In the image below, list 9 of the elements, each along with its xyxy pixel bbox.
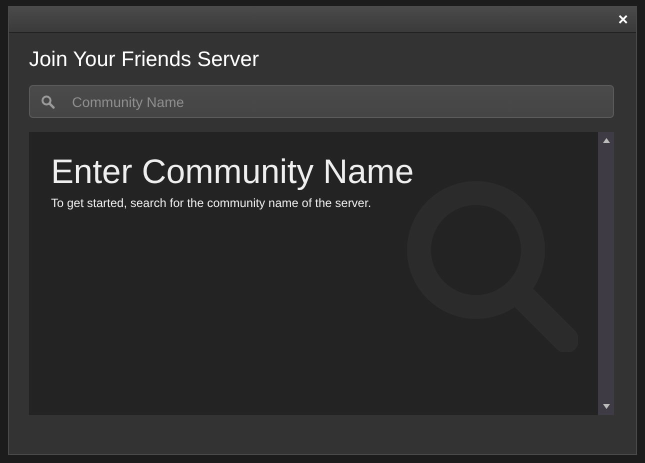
search-field[interactable]: Community Name [29, 85, 614, 118]
dialog-title: Join Your Friends Server [29, 47, 260, 73]
scroll-up-icon[interactable] [602, 138, 610, 143]
scrollbar[interactable] [598, 132, 614, 415]
scroll-down-icon[interactable] [602, 404, 610, 409]
empty-heading: Enter Community Name [51, 152, 415, 192]
close-button[interactable]: × [616, 11, 630, 28]
search-icon [41, 95, 55, 109]
empty-hint: To get started, search for the community name of the server. [51, 196, 372, 210]
